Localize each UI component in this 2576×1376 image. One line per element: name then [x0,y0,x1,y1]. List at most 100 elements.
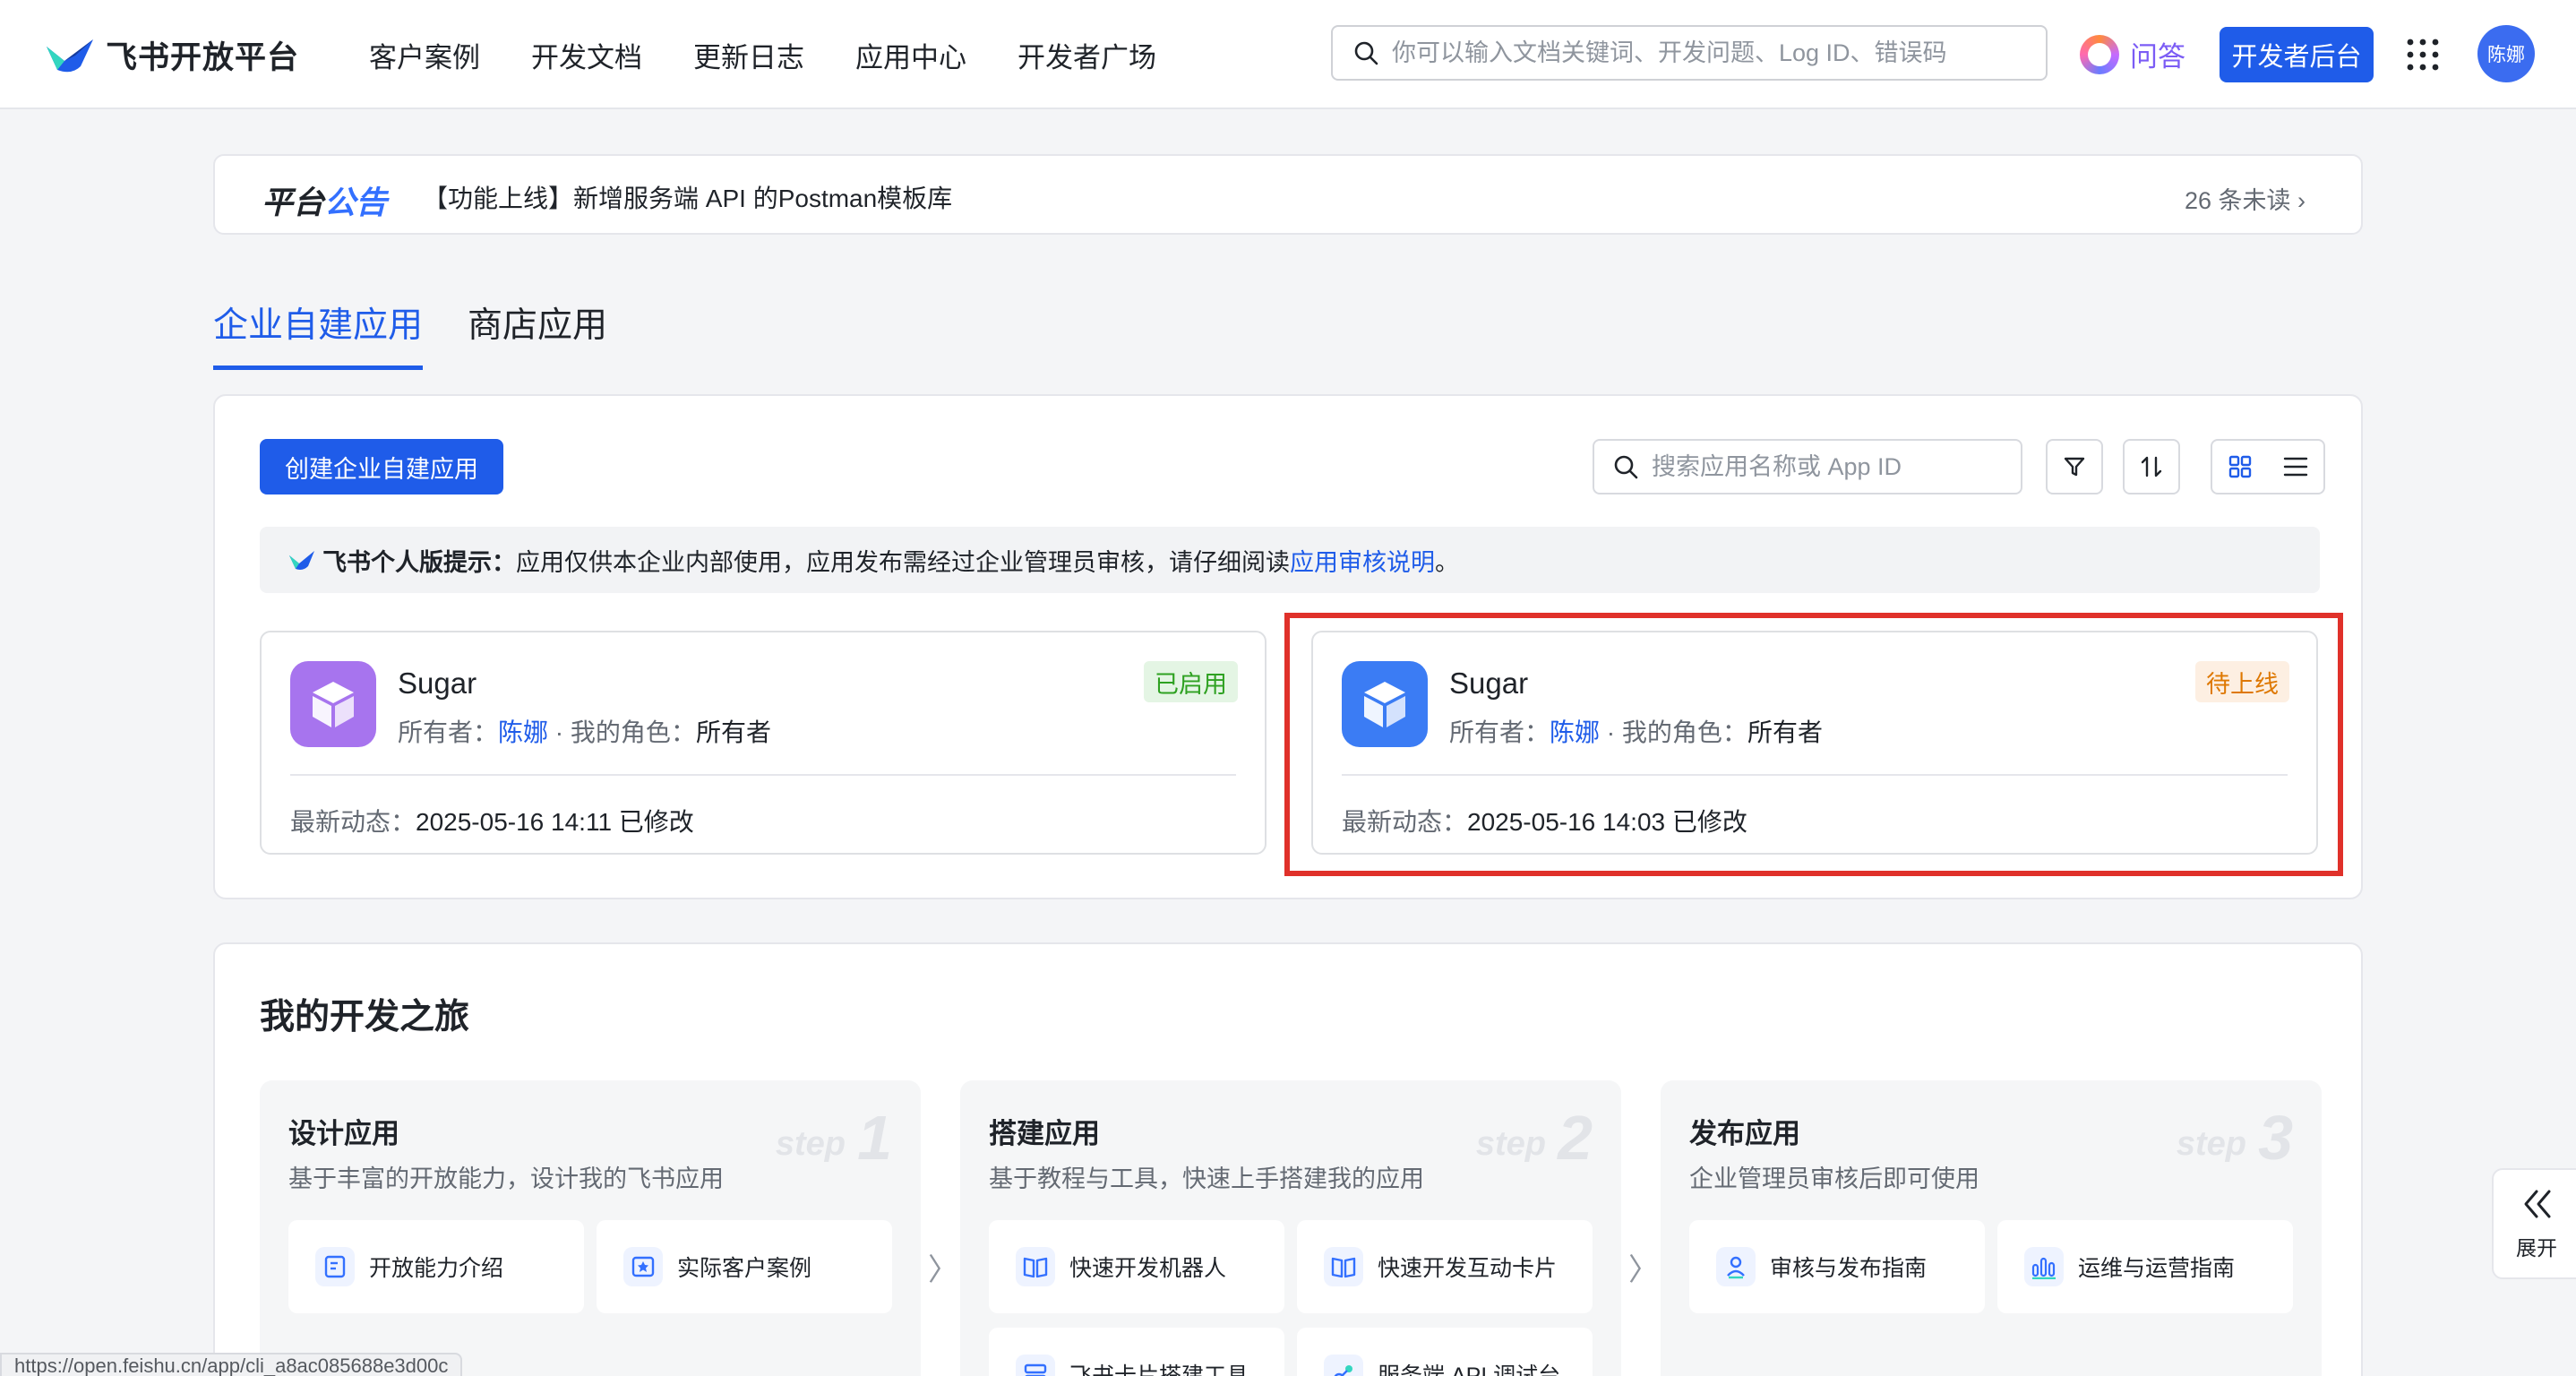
step-title: 搭建应用 [989,1118,1100,1149]
link-quick-card[interactable]: 快速开发互动卡片 [1297,1220,1593,1313]
link-api-console[interactable]: 服务端 API 调试台 [1297,1328,1593,1376]
app-card[interactable]: Sugar 所有者：陈娜 · 我的角色：所有者 已启用 最新动态：2025-05… [260,631,1267,855]
ai-qa-label: 问答 [2130,41,2185,73]
link-label: 快速开发机器人 [1069,1256,1227,1281]
link-open-capabilities[interactable]: 开放能力介绍 [288,1220,584,1313]
sort-icon [2141,456,2162,477]
reviewer-icon [1716,1247,1756,1286]
case-icon [623,1247,663,1286]
filter-icon [2064,457,2085,477]
journey-title: 我的开发之旅 [260,998,470,1036]
main-nav: 客户案例 开发文档 更新日志 应用中心 开发者广场 [369,32,1207,77]
step-title: 发布应用 [1689,1118,1800,1149]
link-label: 实际客户案例 [677,1256,812,1281]
chevron-right-icon: › [2297,187,2306,214]
expand-sidebar-button[interactable]: 展开 [2492,1168,2576,1279]
latest-activity: 最新动态：2025-05-16 14:11 已修改 [290,803,694,838]
tip-text: 应用仅供本企业内部使用，应用发布需经过企业管理员审核，请仔细阅读 [516,548,1290,576]
owner-link[interactable]: 陈娜 [498,718,548,746]
app-name: Sugar [398,666,477,700]
feishu-logo[interactable]: 飞书开放平台 [45,32,299,77]
book-icon [1016,1247,1055,1286]
sort-button[interactable] [2123,439,2180,494]
logo-text: 飞书开放平台 [106,39,300,75]
announcement-title: 平台公告 [262,177,387,223]
app-search-input[interactable] [1652,452,2010,481]
link-quick-bot[interactable]: 快速开发机器人 [989,1220,1284,1313]
step-publish: 发布应用 企业管理员审核后即可使用 step 3 审核与发布指南 运维与运营指南 [1661,1080,2322,1376]
app-search-box[interactable] [1593,439,2022,494]
nav-changelog[interactable]: 更新日志 [693,35,804,75]
apps-grid-icon[interactable] [2406,38,2440,72]
ai-qa-button[interactable]: 问答 [2080,34,2185,74]
nav-dev-community[interactable]: 开发者广场 [1018,35,1156,75]
list-view-icon [2283,457,2308,477]
review-guide-link[interactable]: 应用审核说明 [1290,543,1435,578]
user-avatar[interactable]: 陈娜 [2477,25,2535,82]
highlight-box [1284,613,2343,876]
nav-dev-docs[interactable]: 开发文档 [531,35,642,75]
search-icon [1614,455,1638,479]
activity-value: 2025-05-16 14:11 已修改 [416,808,694,836]
announcement-text[interactable]: 【功能上线】新增服务端 API 的Postman模板库 [423,179,952,215]
step-design: 设计应用 基于丰富的开放能力，设计我的飞书应用 step 1 开放能力介绍 实际… [260,1080,921,1376]
link-label: 开放能力介绍 [369,1256,504,1281]
ai-ring-icon [2080,34,2119,74]
app-type-tabs: 企业自建应用 商店应用 [213,297,652,370]
unread-count-link[interactable]: 26 条未读 › [2185,181,2306,216]
meta-separator: · [548,718,571,746]
link-label: 运维与运营指南 [2078,1256,2236,1281]
api-icon [1324,1354,1363,1376]
card-divider [290,774,1236,776]
announcement-title-part2: 公告 [324,185,388,220]
feishu-bird-icon [47,39,93,73]
step-number: 2 [1558,1103,1593,1173]
double-chevron-left-icon [2524,1190,2551,1218]
expand-label: 展开 [2516,1236,2557,1260]
role-value: 所有者 [695,718,771,746]
cube-icon [313,682,354,727]
create-enterprise-app-button[interactable]: 创建企业自建应用 [260,439,503,494]
dev-journey-panel: 我的开发之旅 设计应用 基于丰富的开放能力，设计我的飞书应用 step 1 开放… [213,942,2363,1376]
doc-icon [315,1247,355,1286]
link-label: 快速开发互动卡片 [1378,1256,1558,1281]
tab-store-apps[interactable]: 商店应用 [468,297,607,370]
step-desc: 基于丰富的开放能力，设计我的飞书应用 [288,1165,724,1192]
nav-app-center[interactable]: 应用中心 [855,35,966,75]
link-review-publish[interactable]: 审核与发布指南 [1689,1220,1985,1313]
step-desc: 基于教程与工具，快速上手搭建我的应用 [989,1165,1424,1192]
top-navigation-bar: 飞书开放平台 客户案例 开发文档 更新日志 应用中心 开发者广场 问答 开发者后… [0,0,2576,109]
tab-enterprise-apps[interactable]: 企业自建应用 [213,297,424,370]
activity-label: 最新动态： [290,808,416,836]
grid-view-button[interactable] [2212,441,2268,493]
step-arrow-icon: 〉 [1628,1253,1659,1287]
book-icon [1324,1247,1363,1286]
bar-chart-icon [2024,1247,2064,1286]
builder-icon [1016,1354,1055,1376]
link-label: 审核与发布指南 [1770,1256,1928,1281]
link-label: 服务端 API 调试台 [1378,1363,1561,1376]
doc-search-box[interactable] [1331,25,2048,81]
link-customer-cases[interactable]: 实际客户案例 [597,1220,892,1313]
status-url-bar: https://open.feishu.cn/app/cli_a8ac08568… [0,1353,463,1376]
list-view-button[interactable] [2268,441,2323,493]
nav-customer-cases[interactable]: 客户案例 [369,35,480,75]
step-word: step [775,1125,846,1163]
status-badge: 已启用 [1144,661,1238,702]
step-number: 3 [2258,1103,2293,1173]
unread-count-label: 26 条未读 [2184,187,2291,214]
filter-button[interactable] [2046,439,2103,494]
platform-announcement: 平台公告 【功能上线】新增服务端 API 的Postman模板库 26 条未读 … [213,154,2363,235]
link-label: 飞书卡片搭建工具 [1069,1363,1249,1376]
step-word: step [2176,1125,2246,1163]
developer-console-button[interactable]: 开发者后台 [2220,27,2374,82]
tip-end: 。 [1435,548,1459,576]
app-icon [290,661,376,747]
link-ops-guide[interactable]: 运维与运营指南 [1997,1220,2293,1313]
step-number: 1 [857,1103,892,1173]
link-card-builder[interactable]: 飞书卡片搭建工具 [989,1328,1284,1376]
step-word: step [1475,1125,1546,1163]
doc-search-input[interactable] [1392,39,2019,67]
step-title: 设计应用 [288,1118,399,1149]
step-desc: 企业管理员审核后即可使用 [1689,1165,1979,1192]
